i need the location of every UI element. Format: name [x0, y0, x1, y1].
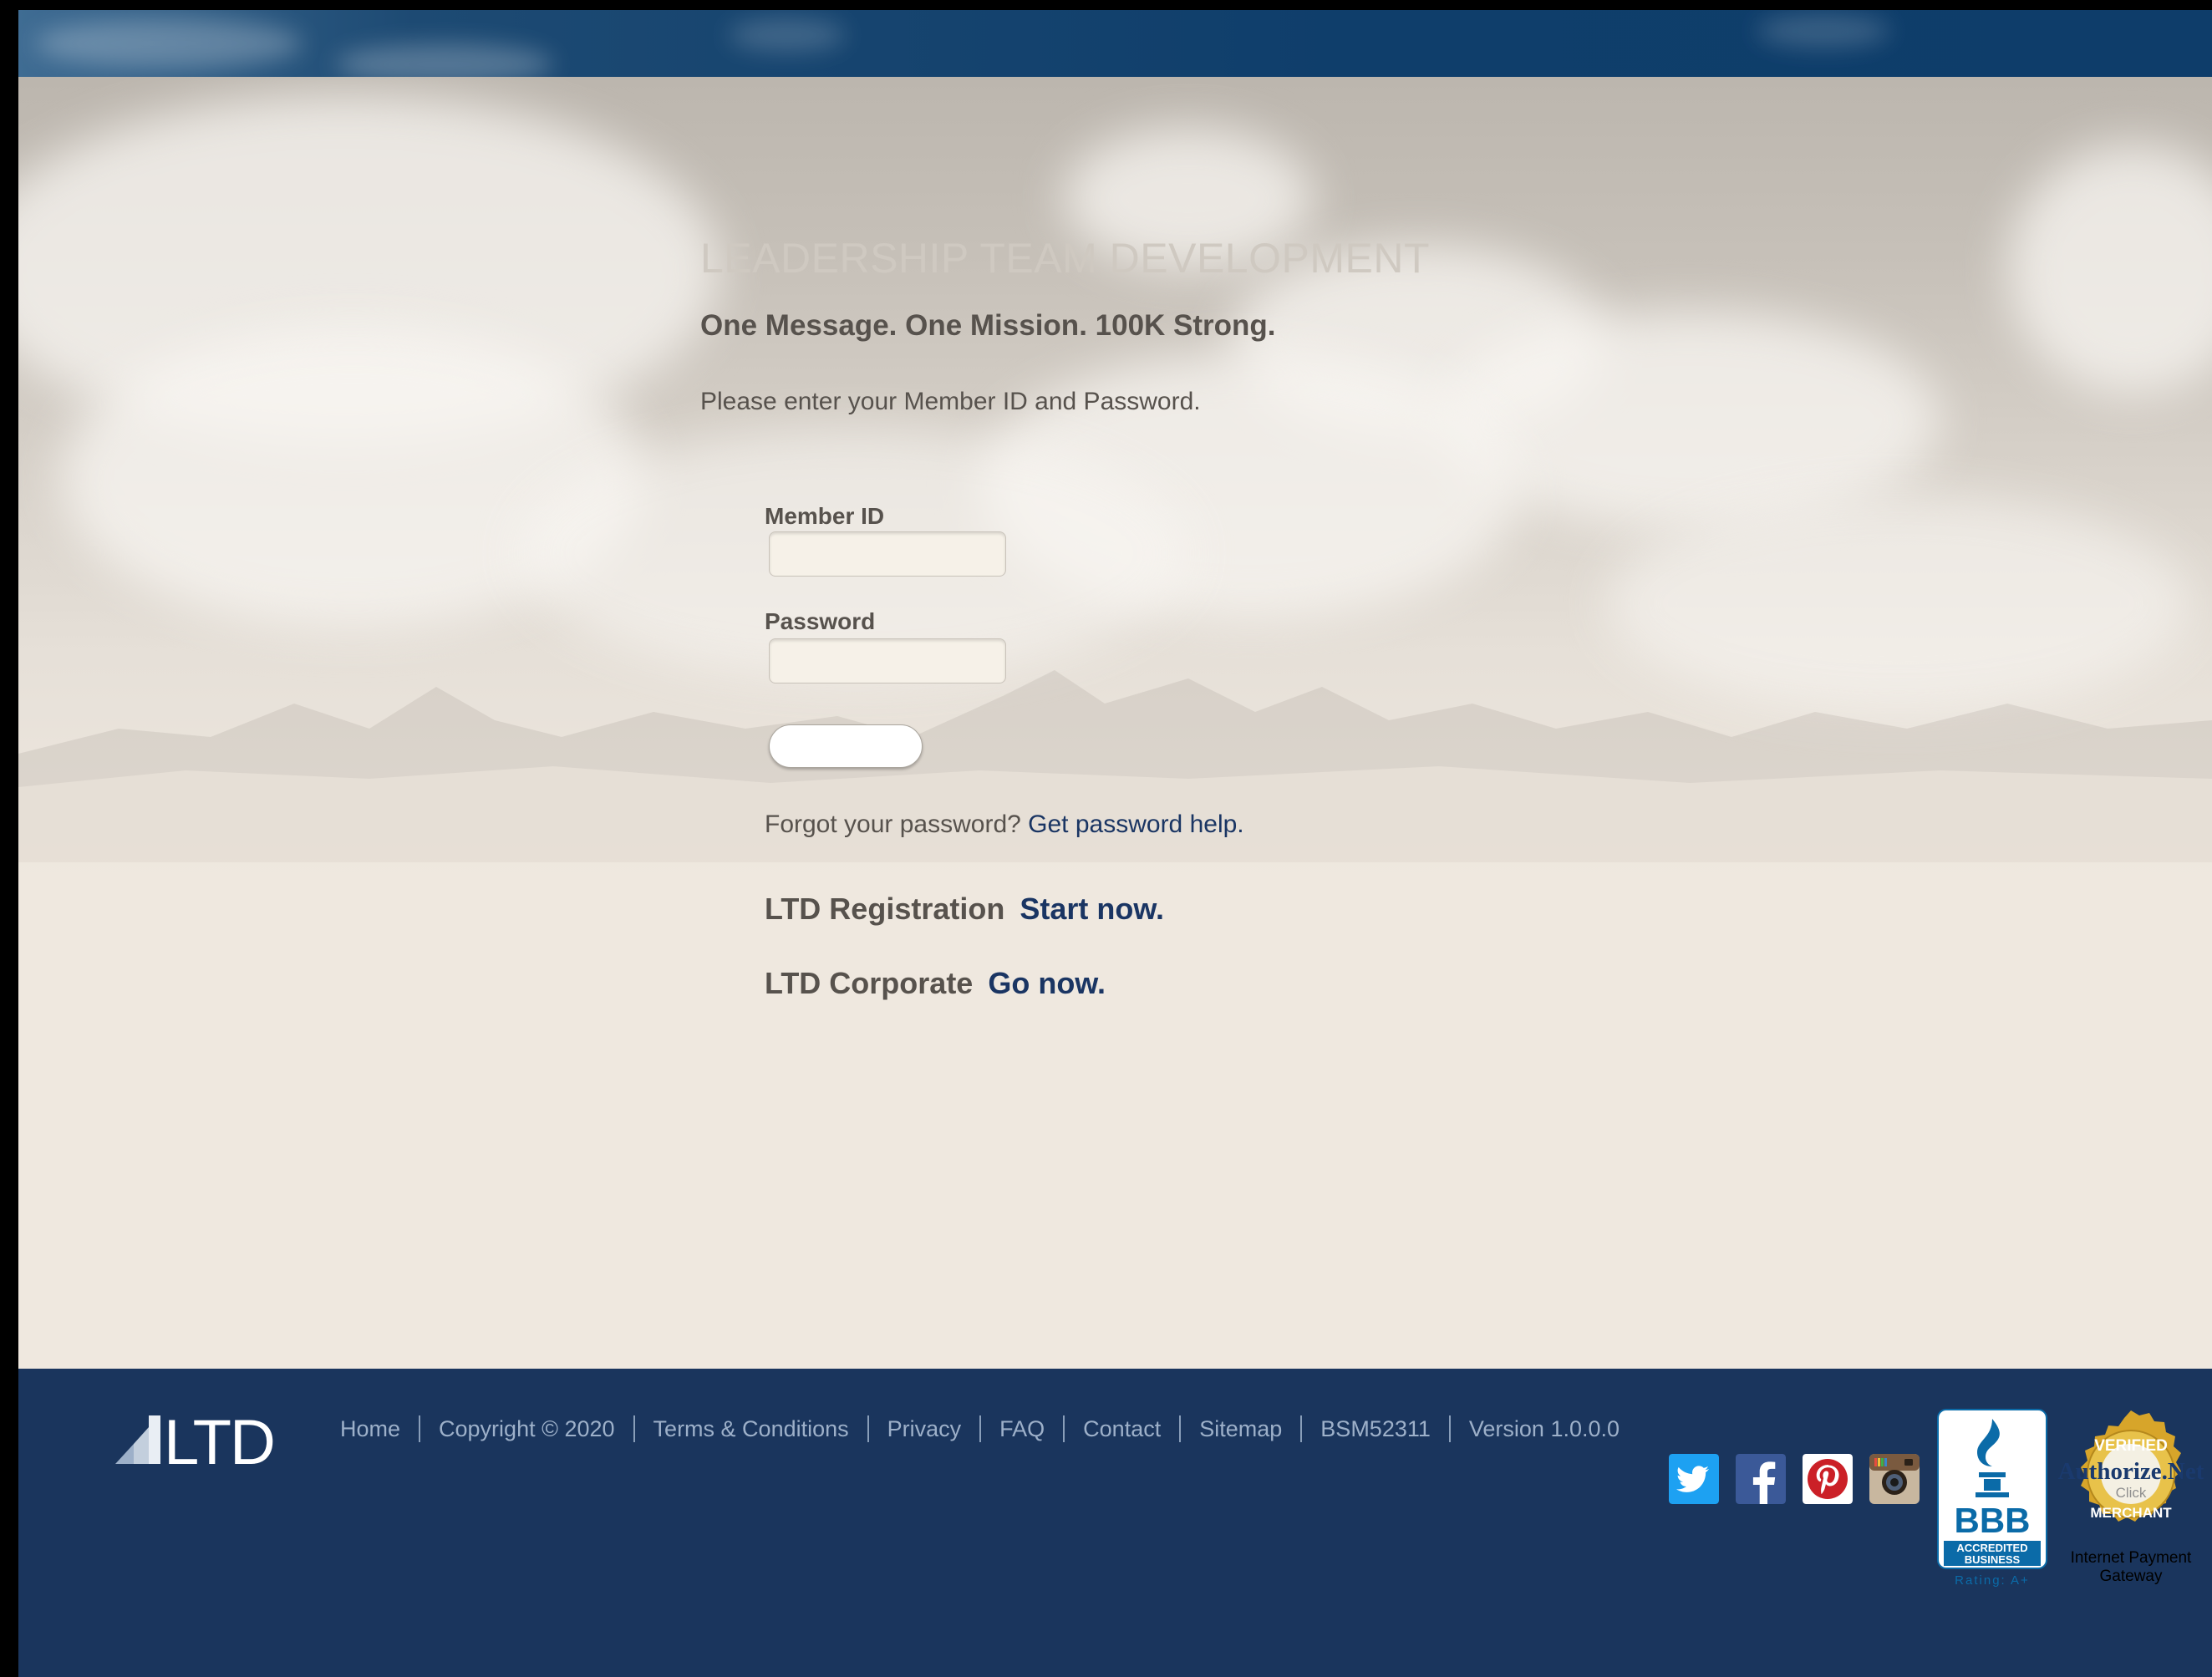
password-help-link[interactable]: Get password help. — [1028, 811, 1243, 838]
bbb-line1: ACCREDITED — [1956, 1542, 2027, 1554]
bbb-rating: Rating: A+ — [1955, 1573, 2030, 1588]
login-button[interactable] — [769, 724, 923, 768]
member-id-label: Member ID — [765, 503, 885, 529]
footer-link-privacy[interactable]: Privacy — [887, 1416, 962, 1442]
authorize-net-seal[interactable]: VERIFIED Authorize.Net Click MERCHANT In… — [2056, 1410, 2206, 1586]
registration-label: LTD Registration — [765, 892, 1005, 926]
forgot-password-text: Forgot your password? — [765, 811, 1021, 838]
brand-title: LEADERSHIP TEAM DEVELOPMENT — [700, 235, 1430, 282]
footer-copyright: Copyright © 2020 — [439, 1415, 615, 1441]
footer-link-home[interactable]: Home — [340, 1416, 400, 1442]
twitter-icon[interactable] — [1669, 1454, 1719, 1504]
footer-version: Version 1.0.0.0 — [1468, 1415, 1620, 1441]
tagline: One Message. One Mission. 100K Strong. — [700, 309, 1276, 342]
corporate-promo: LTD Corporate Go now. — [765, 966, 1106, 1001]
logo-step-3-icon — [149, 1415, 160, 1464]
page: LEADERSHIP TEAM DEVELOPMENT One Message.… — [18, 10, 2212, 1677]
authnet-top-text: VERIFIED — [2094, 1437, 2168, 1455]
member-id-input[interactable] — [769, 531, 1006, 577]
authnet-bottom-text: MERCHANT — [2090, 1505, 2172, 1521]
ltd-logo[interactable]: LTD — [115, 1410, 287, 1469]
footer-link-terms[interactable]: Terms & Conditions — [653, 1416, 849, 1442]
logo-step-2-icon — [134, 1427, 149, 1464]
footer: LTD Home Copyright © 2020 Terms & Condit… — [18, 1369, 2212, 1677]
authnet-click-text: Click — [2116, 1485, 2147, 1501]
facebook-icon[interactable] — [1736, 1454, 1786, 1504]
footer-build-id: BSM52311 — [1320, 1415, 1431, 1441]
footer-links: Home Copyright © 2020 Terms & Conditions… — [340, 1415, 1620, 1442]
password-input[interactable] — [769, 638, 1006, 684]
login-instructions: Please enter your Member ID and Password… — [700, 388, 1201, 415]
authnet-caption-line2: Gateway — [2100, 1568, 2163, 1585]
logo-text: LTD — [164, 1410, 274, 1469]
forgot-password-line: Forgot your password? Get password help. — [765, 811, 1244, 839]
footer-link-faq[interactable]: FAQ — [999, 1416, 1045, 1442]
bbb-title: BBB — [1955, 1501, 2031, 1540]
logo-step-1-icon — [115, 1444, 134, 1464]
authnet-brand: Authorize.Net — [2058, 1458, 2204, 1485]
sky-background — [18, 77, 2212, 879]
registration-promo: LTD Registration Start now. — [765, 892, 1164, 927]
pinterest-icon[interactable] — [1803, 1454, 1853, 1504]
footer-link-sitemap[interactable]: Sitemap — [1199, 1416, 1282, 1442]
bbb-line2: BUSINESS — [1965, 1553, 2021, 1566]
corporate-go-link[interactable]: Go now. — [988, 966, 1106, 1000]
authnet-caption-line1: Internet Payment — [2071, 1549, 2192, 1567]
registration-start-link[interactable]: Start now. — [1020, 892, 1164, 926]
top-bar — [18, 10, 2212, 85]
password-label: Password — [765, 608, 876, 634]
footer-link-contact[interactable]: Contact — [1083, 1416, 1161, 1442]
bbb-accredited-badge[interactable]: BBB ACCREDITED BUSINESS Rating: A+ — [1937, 1409, 2047, 1589]
corporate-label: LTD Corporate — [765, 966, 974, 1000]
instagram-icon[interactable] — [1869, 1454, 1920, 1504]
